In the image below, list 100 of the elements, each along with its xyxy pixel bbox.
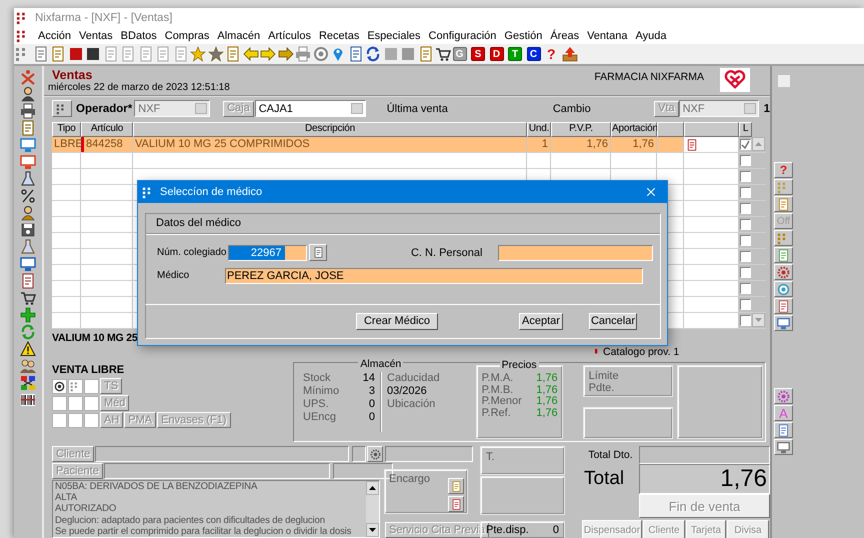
checkbox[interactable] [740,315,751,326]
checkbox[interactable] [740,219,751,230]
column-header[interactable]: Aportación [611,122,657,137]
checkbox[interactable] [740,187,751,198]
menu-item[interactable]: Gestión [504,30,542,42]
monitor-icon[interactable] [20,154,36,170]
card-button[interactable] [774,315,793,331]
network-icon[interactable] [20,375,36,391]
gear-icon [777,390,790,402]
menu-item[interactable]: Configuración [428,30,496,42]
upload-icon[interactable] [562,46,578,62]
column-header[interactable]: Tipo [52,122,81,137]
scroll-up-button[interactable] [366,481,379,495]
people-icon[interactable] [20,358,36,374]
document-button[interactable] [774,298,793,314]
vta-select[interactable]: NXF [678,100,759,117]
toolbar-letter-button[interactable]: T [508,47,522,61]
help-button[interactable]: ? [547,46,556,62]
order-button[interactable] [448,478,464,494]
printer-icon[interactable] [20,103,36,119]
picture-button[interactable] [774,179,793,195]
client-search-button[interactable] [367,446,384,462]
document-icon[interactable] [138,46,154,62]
menu-item[interactable]: Recetas [318,30,360,42]
patient-field[interactable] [104,463,330,479]
menu-item[interactable]: Compras [164,30,210,42]
percent-icon[interactable] [20,188,36,204]
checkbox[interactable] [740,267,751,278]
menu-item[interactable]: Ventana [587,30,628,42]
picture-button[interactable] [774,422,793,438]
document-icon[interactable] [32,46,48,62]
card-button[interactable] [774,439,793,455]
operator-select[interactable]: NXF [134,100,210,117]
chart-button[interactable] [774,230,793,246]
column-header[interactable]: Und. [527,122,551,137]
caja-select[interactable]: CAJA1 [254,100,366,117]
checkbox[interactable] [740,203,751,214]
checkbox[interactable] [740,155,751,166]
lookup-button[interactable] [309,244,328,261]
checkbox[interactable] [740,283,751,294]
toolbar-letter-button[interactable]: C [526,47,540,61]
toolbar-letter-button[interactable]: S [471,47,485,61]
colegiado-label: Núm. colegiado [157,247,226,258]
bug-button[interactable] [774,264,793,280]
cn-field[interactable] [498,244,654,260]
dialog-button[interactable]: Cancelar [589,313,637,330]
colegiado-field[interactable]: 22967 [228,244,308,260]
checkbox[interactable] [740,139,751,150]
close-icon[interactable] [645,186,657,198]
doctor-field[interactable]: PEREZ GARCIA, JOSE [225,268,643,284]
map-button[interactable] [774,247,793,263]
scroll-down-button[interactable] [366,523,379,537]
arrow-right-icon[interactable] [260,46,276,62]
flask-icon[interactable] [20,171,36,187]
checkbox[interactable] [740,251,751,262]
help-button[interactable]: ? [774,162,793,178]
document-icon[interactable] [120,46,136,62]
globe-button[interactable] [774,281,793,297]
document-icon[interactable] [418,46,434,62]
dialog-button[interactable]: Crear Médico [356,313,438,330]
monitor-icon[interactable] [20,137,36,153]
menu-item[interactable]: Artículos [268,30,311,42]
person-icon[interactable] [20,86,36,102]
menu-item[interactable]: Especiales [367,30,421,42]
column-header[interactable]: Descripción [133,122,527,137]
arrow-left-icon[interactable] [242,46,258,62]
menu-item[interactable]: Ayuda [635,30,666,42]
menu-item[interactable]: Almacén [217,30,260,42]
client-field[interactable] [95,446,350,462]
checkbox[interactable] [740,299,751,310]
dialog-button[interactable]: Aceptar [519,313,563,330]
document-icon[interactable] [172,46,188,62]
cart-icon[interactable] [435,46,451,62]
toolbar-letter-button[interactable]: D [490,47,504,61]
checkbox[interactable] [778,75,790,87]
arrows-icon[interactable] [365,46,381,62]
warning-icon[interactable] [20,341,36,357]
checkbox[interactable] [740,235,751,246]
document-edit-icon[interactable] [50,46,66,62]
table-row[interactable]: LBRE 844258 VALIUM 10 MG 25 COMPRIMIDOS 1 1,76 1,76 [52,137,766,153]
menu-item[interactable]: Acción [38,30,72,42]
star-icon[interactable] [208,46,224,62]
column-header[interactable]: L [739,122,752,137]
order-cancel-button[interactable] [448,496,464,512]
barcode-icon[interactable] [20,392,36,408]
contrast-button[interactable] [52,378,67,394]
star-icon[interactable] [190,46,206,62]
column-header[interactable]: Artículo [81,122,133,137]
picture-button[interactable] [774,196,793,212]
menu-item[interactable]: BDatos [120,30,157,42]
document-icon[interactable] [155,46,171,62]
cart-icon[interactable] [20,290,36,306]
square-icon[interactable] [400,46,416,62]
menu-item[interactable]: Áreas [550,30,580,42]
checkbox[interactable] [740,171,751,182]
operator-button[interactable] [52,100,72,117]
column-header[interactable]: P.V.P. [551,122,611,137]
menu-item[interactable]: Ventas [79,30,113,42]
settings-button[interactable] [774,388,793,404]
client-code-field[interactable] [352,446,366,462]
